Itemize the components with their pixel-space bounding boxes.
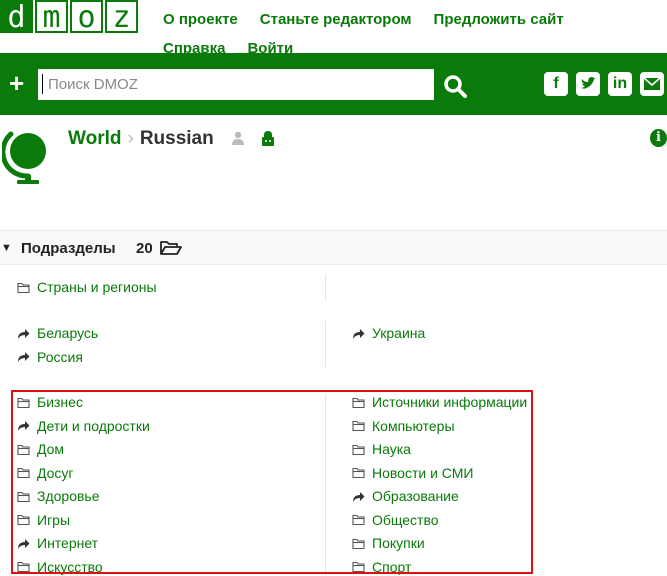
category-label: Здоровье bbox=[37, 488, 100, 504]
text-cursor bbox=[42, 74, 43, 94]
category-link[interactable]: Компьютеры bbox=[352, 418, 455, 434]
shortcut-arrow-icon bbox=[352, 490, 365, 503]
plus-button[interactable]: + bbox=[9, 68, 24, 98]
search-input[interactable] bbox=[38, 69, 434, 100]
breadcrumb-current: Russian bbox=[139, 128, 214, 149]
user-icon[interactable] bbox=[231, 131, 245, 145]
breadcrumb-separator: › bbox=[127, 128, 134, 149]
category-label: Новости и СМИ bbox=[372, 464, 474, 481]
column-divider bbox=[325, 394, 326, 575]
category-link[interactable]: Беларусь bbox=[17, 325, 98, 341]
folder-icon bbox=[352, 560, 365, 573]
editor-icon[interactable] bbox=[261, 130, 275, 146]
folder-icon bbox=[352, 443, 365, 456]
column-divider bbox=[325, 321, 326, 367]
shortcut-arrow-icon bbox=[352, 327, 365, 340]
breadcrumb-world[interactable]: World bbox=[68, 128, 121, 149]
folder-icon bbox=[352, 419, 365, 432]
folder-icon bbox=[352, 396, 365, 409]
subcategories-label: Подразделы bbox=[21, 240, 116, 257]
dmoz-logo[interactable]: d m o z bbox=[0, 0, 140, 33]
open-folder-icon bbox=[160, 241, 182, 255]
folder-icon bbox=[17, 396, 30, 409]
category-label: Интернет bbox=[37, 535, 99, 551]
category-label: Источники информации bbox=[372, 394, 528, 410]
category-label: Дом bbox=[37, 441, 65, 457]
category-label: Покупки bbox=[372, 535, 425, 551]
category-label: Игры bbox=[37, 511, 71, 528]
category-link[interactable]: Общество bbox=[352, 512, 439, 528]
category-label: Спорт bbox=[372, 558, 412, 575]
category-label: Страны и регионы bbox=[37, 279, 157, 295]
folder-icon bbox=[17, 281, 30, 294]
folder-icon bbox=[352, 466, 365, 479]
folder-icon bbox=[352, 513, 365, 526]
subcategories-count: 20 bbox=[136, 240, 153, 257]
folder-icon bbox=[352, 537, 365, 550]
folder-icon bbox=[17, 490, 30, 503]
logo-letter: o bbox=[70, 0, 103, 33]
nav-become-editor[interactable]: Станьте редактором bbox=[260, 5, 412, 34]
category-link[interactable]: Досуг bbox=[17, 465, 74, 481]
logo-letter: d bbox=[0, 0, 33, 33]
category-link[interactable]: Бизнес bbox=[17, 394, 83, 410]
logo-letter: z bbox=[105, 0, 138, 33]
logo-letter: m bbox=[35, 0, 68, 33]
shortcut-arrow-icon bbox=[17, 537, 30, 550]
category-link[interactable]: Здоровье bbox=[17, 488, 100, 504]
category-label: Досуг bbox=[37, 464, 74, 481]
category-label: Украина bbox=[372, 325, 426, 341]
breadcrumb: World › Russian bbox=[68, 128, 214, 150]
category-link[interactable]: Страны и регионы bbox=[17, 279, 157, 295]
email-icon[interactable] bbox=[640, 72, 664, 96]
folder-icon bbox=[17, 513, 30, 526]
category-label: Наука bbox=[372, 441, 411, 457]
twitter-icon[interactable] bbox=[576, 72, 600, 96]
category-label: Беларусь bbox=[37, 325, 99, 341]
folder-icon bbox=[17, 443, 30, 456]
info-icon[interactable]: i bbox=[650, 129, 667, 147]
subcategories-header[interactable]: ▼ Подразделы 20 bbox=[0, 230, 667, 265]
category-link[interactable]: Новости и СМИ bbox=[352, 465, 473, 481]
search-bar: + f in bbox=[0, 53, 667, 115]
nav-suggest-site[interactable]: Предложить сайт bbox=[434, 5, 564, 34]
category-label: Искусство bbox=[37, 558, 103, 575]
search-icon[interactable] bbox=[440, 71, 472, 101]
category-link[interactable]: Образование bbox=[352, 488, 459, 504]
category-label: Компьютеры bbox=[372, 417, 455, 434]
folder-icon bbox=[17, 560, 30, 573]
linkedin-icon[interactable]: in bbox=[608, 72, 632, 96]
category-link[interactable]: Покупки bbox=[352, 535, 425, 551]
folder-icon bbox=[17, 466, 30, 479]
column-divider bbox=[325, 274, 326, 300]
category-link[interactable]: Искусство bbox=[17, 559, 103, 575]
category-link[interactable]: Украина bbox=[352, 325, 425, 341]
category-link[interactable]: Дети и подростки bbox=[17, 418, 150, 434]
category-label: Бизнес bbox=[37, 394, 83, 410]
category-link[interactable]: Наука bbox=[352, 441, 411, 457]
collapse-triangle-icon[interactable]: ▼ bbox=[1, 242, 12, 254]
nav-about[interactable]: О проекте bbox=[163, 5, 238, 34]
category-label: Общество bbox=[372, 511, 439, 528]
shortcut-arrow-icon bbox=[17, 419, 30, 432]
category-link[interactable]: Россия bbox=[17, 349, 83, 365]
category-link[interactable]: Игры bbox=[17, 512, 70, 528]
category-label: Дети и подростки bbox=[37, 417, 150, 434]
shortcut-arrow-icon bbox=[17, 327, 30, 340]
category-link[interactable]: Интернет bbox=[17, 535, 98, 551]
globe-icon bbox=[2, 131, 46, 184]
shortcut-arrow-icon bbox=[17, 350, 30, 363]
category-link[interactable]: Источники информации bbox=[352, 394, 527, 410]
category-label: Образование bbox=[372, 488, 459, 504]
facebook-icon[interactable]: f bbox=[544, 72, 568, 96]
category-label: Россия bbox=[37, 348, 83, 365]
category-link[interactable]: Спорт bbox=[352, 559, 411, 575]
category-link[interactable]: Дом bbox=[17, 441, 64, 457]
